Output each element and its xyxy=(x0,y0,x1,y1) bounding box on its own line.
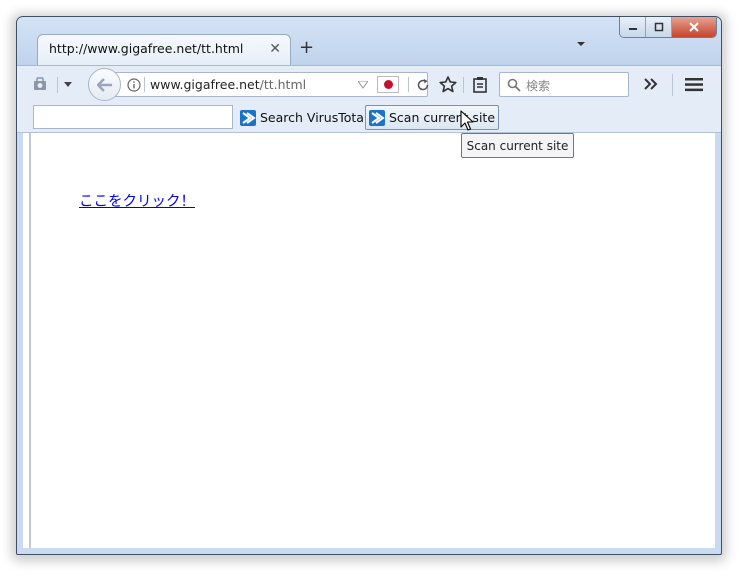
virustotal-toolbar: Search VirusTotal Scan current site xyxy=(17,103,721,133)
search-icon xyxy=(507,78,521,92)
reload-icon[interactable] xyxy=(416,78,430,92)
history-icon xyxy=(34,77,46,90)
search-virustotal-label: Search VirusTotal xyxy=(260,110,368,125)
separator xyxy=(57,77,58,93)
reading-list-button[interactable] xyxy=(472,76,488,93)
search-placeholder: 検索 xyxy=(526,79,551,93)
title-bar: http://www.gigafree.net/tt.html ✕ + xyxy=(17,17,721,65)
tab-close-icon[interactable]: ✕ xyxy=(269,41,281,57)
maximize-icon xyxy=(654,22,663,32)
search-input[interactable]: 検索 xyxy=(499,72,629,97)
close-icon xyxy=(689,22,699,32)
scan-current-site-label: Scan current site xyxy=(389,110,496,125)
maximize-button[interactable] xyxy=(646,17,672,37)
url-path: /tt.html xyxy=(259,77,307,92)
minimize-icon xyxy=(628,28,637,30)
scan-current-site-button[interactable]: Scan current site xyxy=(365,105,500,130)
virustotal-search-input[interactable] xyxy=(33,105,233,129)
clipboard-icon xyxy=(473,77,487,93)
menu-button[interactable] xyxy=(685,77,703,92)
url-dropdown-icon[interactable] xyxy=(358,81,368,89)
navigation-bar: www.gigafree.net/tt.html 検索 xyxy=(17,65,721,103)
separator xyxy=(463,77,464,93)
content-border xyxy=(29,133,31,548)
url-bar[interactable]: www.gigafree.net/tt.html xyxy=(113,72,430,97)
star-icon xyxy=(439,76,457,93)
back-button[interactable] xyxy=(88,68,121,101)
tooltip: Scan current site xyxy=(461,133,574,158)
separator xyxy=(672,74,673,96)
dropdown-chevron-icon[interactable] xyxy=(64,82,72,87)
tab-list-dropdown-icon[interactable] xyxy=(577,42,585,46)
page-content: ここをクリック！ xyxy=(23,133,715,548)
tab-active[interactable]: http://www.gigafree.net/tt.html ✕ xyxy=(37,34,291,65)
overflow-button[interactable] xyxy=(644,78,658,90)
separator xyxy=(408,77,409,92)
sidebar-button[interactable] xyxy=(32,76,48,92)
bookmark-button[interactable] xyxy=(439,76,457,93)
url-text[interactable]: www.gigafree.net/tt.html xyxy=(150,77,306,92)
info-icon[interactable] xyxy=(127,78,141,92)
click-here-link[interactable]: ここをクリック！ xyxy=(79,190,195,211)
close-button[interactable] xyxy=(672,17,716,37)
separator xyxy=(144,77,145,92)
search-virustotal-button[interactable]: Search VirusTotal xyxy=(237,105,370,130)
japan-flag-icon[interactable] xyxy=(377,76,399,93)
back-arrow-icon xyxy=(96,77,112,92)
window-controls xyxy=(619,17,717,38)
tab-title: http://www.gigafree.net/tt.html xyxy=(49,41,244,56)
url-host: www.gigafree.net xyxy=(150,77,260,92)
minimize-button[interactable] xyxy=(620,17,646,37)
virustotal-icon xyxy=(369,109,385,126)
virustotal-icon xyxy=(240,109,256,126)
browser-window: http://www.gigafree.net/tt.html ✕ + www. xyxy=(16,16,722,555)
chevron-double-right-icon xyxy=(644,78,658,90)
new-tab-button[interactable]: + xyxy=(299,37,314,58)
hamburger-menu-icon xyxy=(685,78,703,92)
mouse-cursor-icon xyxy=(460,110,474,131)
